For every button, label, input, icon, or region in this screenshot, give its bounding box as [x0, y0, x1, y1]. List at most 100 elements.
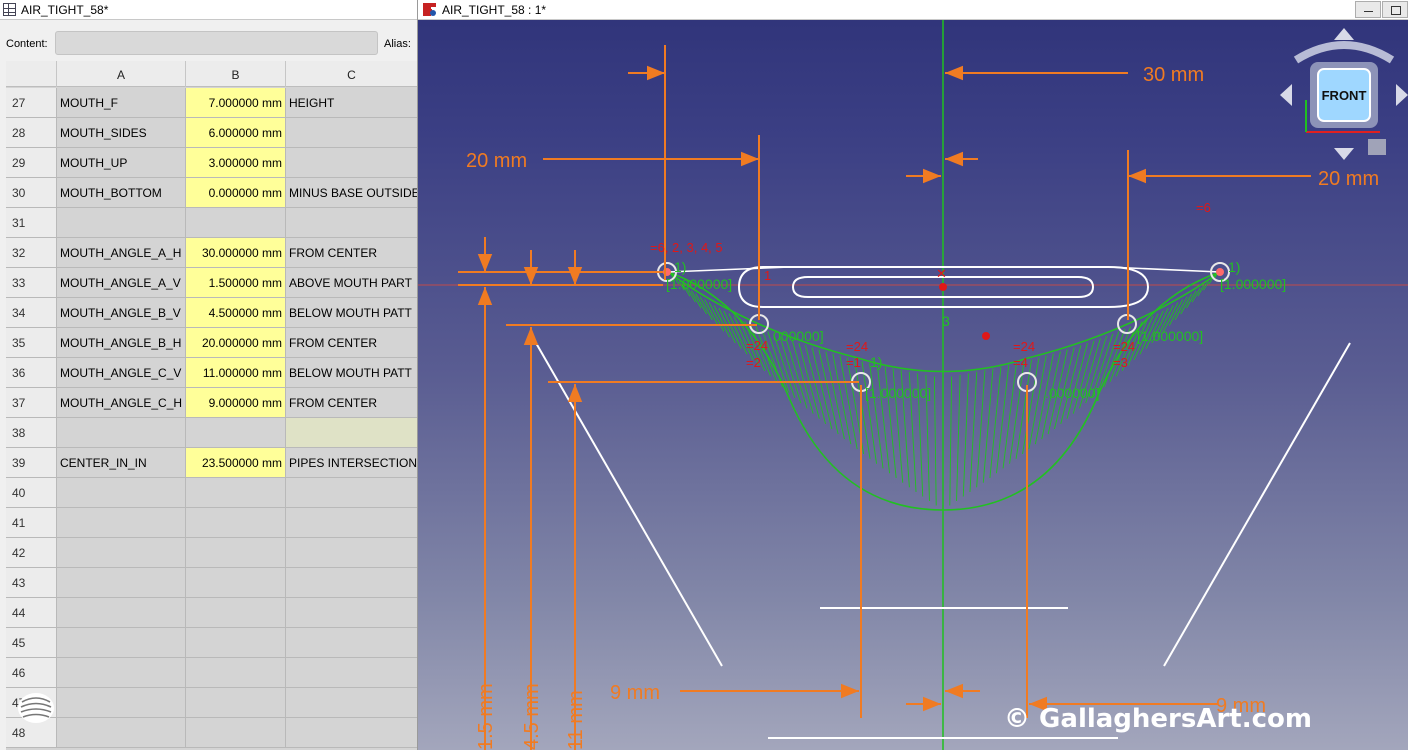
dimension-9mm-left[interactable]: 9 mm: [610, 682, 660, 704]
row-number[interactable]: 32: [6, 238, 57, 268]
cell-b[interactable]: 4.500000 mm: [186, 298, 286, 328]
cell-c[interactable]: [286, 688, 417, 718]
nav-cube-down-arrow[interactable]: [1334, 148, 1354, 160]
cell-a[interactable]: [57, 538, 186, 568]
cell-a[interactable]: [57, 568, 186, 598]
cell-b[interactable]: 0.000000 mm: [186, 178, 286, 208]
cell-c[interactable]: [286, 628, 417, 658]
cell-a[interactable]: [57, 628, 186, 658]
content-input[interactable]: [55, 31, 378, 55]
cell-b[interactable]: 20.000000 mm: [186, 328, 286, 358]
corner-header[interactable]: [6, 61, 57, 87]
cell-a[interactable]: MOUTH_SIDES: [57, 118, 186, 148]
dimension-20mm-right[interactable]: 20 mm: [1318, 168, 1379, 190]
cell-c[interactable]: ABOVE MOUTH PART: [286, 268, 417, 298]
cell-b[interactable]: [186, 598, 286, 628]
cell-a[interactable]: MOUTH_BOTTOM: [57, 178, 186, 208]
cell-b[interactable]: [186, 508, 286, 538]
column-header-c[interactable]: C: [286, 61, 417, 87]
cell-c[interactable]: [286, 118, 417, 148]
cell-c[interactable]: MINUS BASE OUTSIDE: [286, 178, 417, 208]
row-number[interactable]: 42: [6, 538, 57, 568]
cell-a[interactable]: [57, 658, 186, 688]
navigation-cube[interactable]: FRONT: [1280, 28, 1408, 160]
dimension-4-5mm[interactable]: 4.5 mm: [521, 683, 543, 750]
row-number[interactable]: 46: [6, 658, 57, 688]
cell-a[interactable]: [57, 508, 186, 538]
row-number[interactable]: 29: [6, 148, 57, 178]
row-number[interactable]: 39: [6, 448, 57, 478]
cell-a[interactable]: [57, 418, 186, 448]
row-number[interactable]: 34: [6, 298, 57, 328]
cell-a[interactable]: MOUTH_ANGLE_A_H: [57, 238, 186, 268]
cell-b[interactable]: [186, 688, 286, 718]
row-number[interactable]: 31: [6, 208, 57, 238]
cell-c[interactable]: BELOW MOUTH PATT: [286, 298, 417, 328]
cell-c[interactable]: [286, 418, 417, 448]
nav-cube-mini-icon[interactable]: [1368, 139, 1386, 155]
cell-a[interactable]: CENTER_IN_IN: [57, 448, 186, 478]
row-number[interactable]: 35: [6, 328, 57, 358]
cell-c[interactable]: [286, 718, 417, 748]
cell-b[interactable]: 3.000000 mm: [186, 148, 286, 178]
cell-c[interactable]: [286, 568, 417, 598]
cell-b[interactable]: 7.000000 mm: [186, 88, 286, 118]
3d-view-tab[interactable]: AIR_TIGHT_58 : 1*: [418, 0, 1408, 20]
cell-b[interactable]: 23.500000 mm: [186, 448, 286, 478]
cell-a[interactable]: MOUTH_ANGLE_A_V: [57, 268, 186, 298]
cell-c[interactable]: FROM CENTER: [286, 388, 417, 418]
cell-a[interactable]: [57, 688, 186, 718]
maximize-button[interactable]: [1382, 1, 1408, 18]
cell-c[interactable]: [286, 208, 417, 238]
row-number[interactable]: 44: [6, 598, 57, 628]
minimize-button[interactable]: [1355, 1, 1381, 18]
row-number[interactable]: 45: [6, 628, 57, 658]
column-header-b[interactable]: B: [186, 61, 286, 87]
cell-c[interactable]: [286, 598, 417, 628]
cell-a[interactable]: MOUTH_ANGLE_B_V: [57, 298, 186, 328]
nav-cube-rotate-ring[interactable]: [1293, 41, 1395, 64]
cell-c[interactable]: [286, 478, 417, 508]
cell-c[interactable]: [286, 148, 417, 178]
nav-cube-right-arrow[interactable]: [1396, 84, 1408, 106]
cell-c[interactable]: BELOW MOUTH PATT: [286, 358, 417, 388]
column-header-a[interactable]: A: [57, 61, 186, 87]
row-number[interactable]: 43: [6, 568, 57, 598]
sketch-canvas[interactable]: 30 mm 20 mm 20 mm 9 mm 9 mm 1.5 mm 4.5 m…: [418, 20, 1408, 750]
row-number[interactable]: 38: [6, 418, 57, 448]
cell-b[interactable]: 11.000000 mm: [186, 358, 286, 388]
cell-a[interactable]: MOUTH_ANGLE_B_H: [57, 328, 186, 358]
cell-b[interactable]: 30.000000 mm: [186, 238, 286, 268]
row-number[interactable]: 40: [6, 478, 57, 508]
dimension-11mm[interactable]: 11 mm: [565, 690, 587, 750]
row-number[interactable]: 28: [6, 118, 57, 148]
cell-b[interactable]: 1.500000 mm: [186, 268, 286, 298]
cell-c[interactable]: HEIGHT: [286, 88, 417, 118]
cell-b[interactable]: [186, 478, 286, 508]
cell-a[interactable]: MOUTH_ANGLE_C_V: [57, 358, 186, 388]
row-number[interactable]: 37: [6, 388, 57, 418]
cell-b[interactable]: [186, 208, 286, 238]
cell-a[interactable]: MOUTH_F: [57, 88, 186, 118]
row-number[interactable]: 30: [6, 178, 57, 208]
row-number[interactable]: 27: [6, 88, 57, 118]
cell-a[interactable]: MOUTH_UP: [57, 148, 186, 178]
cell-a[interactable]: [57, 598, 186, 628]
spreadsheet-tab[interactable]: AIR_TIGHT_58*: [0, 0, 417, 20]
row-number[interactable]: 36: [6, 358, 57, 388]
cell-c[interactable]: [286, 538, 417, 568]
cell-c[interactable]: [286, 658, 417, 688]
dimension-30mm[interactable]: 30 mm: [1143, 64, 1204, 86]
cell-c[interactable]: FROM CENTER: [286, 328, 417, 358]
cell-a[interactable]: [57, 208, 186, 238]
cell-c[interactable]: [286, 508, 417, 538]
cell-b[interactable]: [186, 628, 286, 658]
row-number[interactable]: 33: [6, 268, 57, 298]
cell-a[interactable]: [57, 718, 186, 748]
cell-c[interactable]: PIPES INTERSECTION SIZ: [286, 448, 417, 478]
cell-a[interactable]: [57, 478, 186, 508]
nav-cube-left-arrow[interactable]: [1280, 84, 1292, 106]
cell-b[interactable]: [186, 718, 286, 748]
cell-b[interactable]: [186, 568, 286, 598]
dimension-20mm-left[interactable]: 20 mm: [466, 150, 527, 172]
